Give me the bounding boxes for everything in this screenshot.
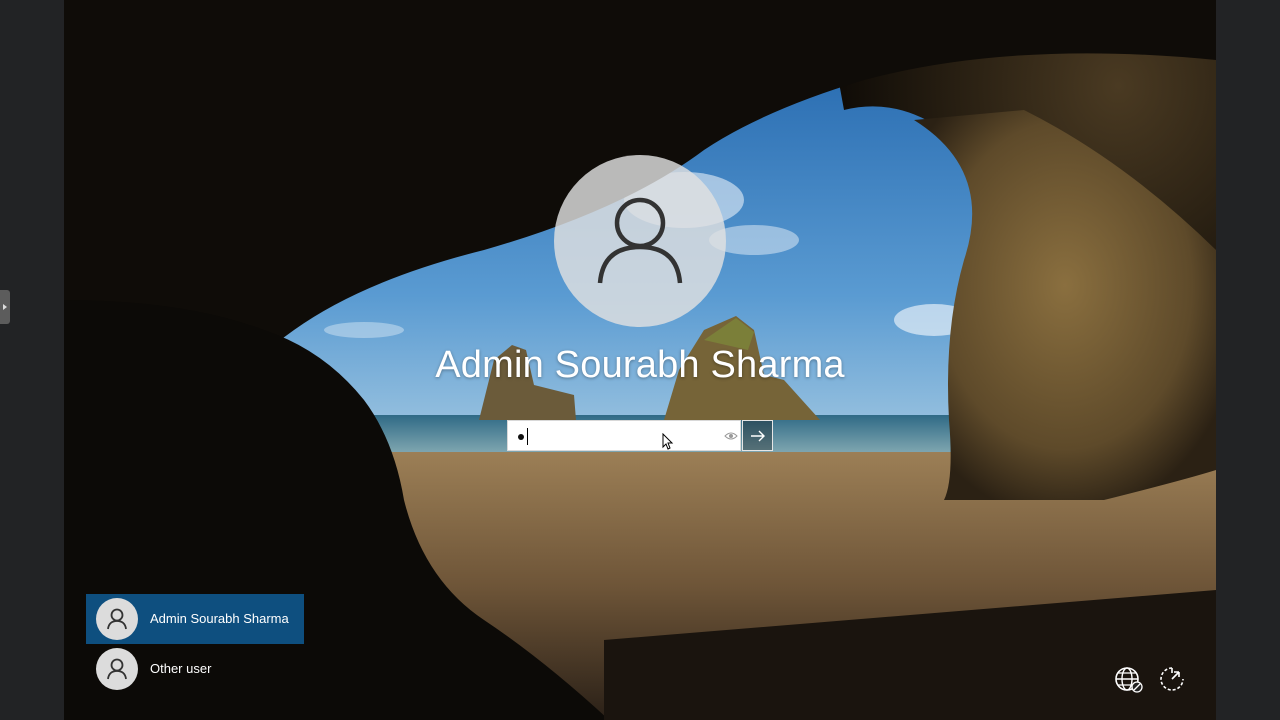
submit-arrow-button[interactable] [742, 420, 773, 451]
password-input[interactable] [508, 421, 718, 452]
person-icon [107, 608, 127, 630]
arrow-right-icon [751, 430, 765, 442]
ease-of-access-icon[interactable] [1157, 664, 1187, 694]
user-avatar-small [96, 598, 138, 640]
user-tile-label: Other user [150, 661, 212, 676]
right-side-strip [1216, 0, 1280, 720]
user-avatar-large [554, 155, 726, 327]
user-avatar-small [96, 648, 138, 690]
person-icon [107, 658, 127, 680]
person-icon [597, 197, 683, 284]
password-mask-dot [518, 434, 524, 440]
user-tile-label: Admin Sourabh Sharma [150, 611, 289, 626]
user-tile-admin[interactable]: Admin Sourabh Sharma [86, 594, 304, 644]
mouse-pointer-icon [662, 433, 674, 450]
password-field[interactable] [507, 420, 741, 452]
text-caret [527, 428, 528, 445]
side-panel-handle[interactable] [0, 290, 10, 324]
left-side-strip [0, 0, 64, 720]
user-tile-other-user[interactable]: Other user [86, 644, 304, 694]
network-icon[interactable] [1114, 664, 1144, 694]
user-name-title: Admin Sourabh Sharma [435, 344, 845, 386]
lock-screen: Admin Sourabh Sharma Admin Sourabh Sharm… [64, 0, 1216, 720]
reveal-password-icon[interactable] [724, 429, 738, 443]
